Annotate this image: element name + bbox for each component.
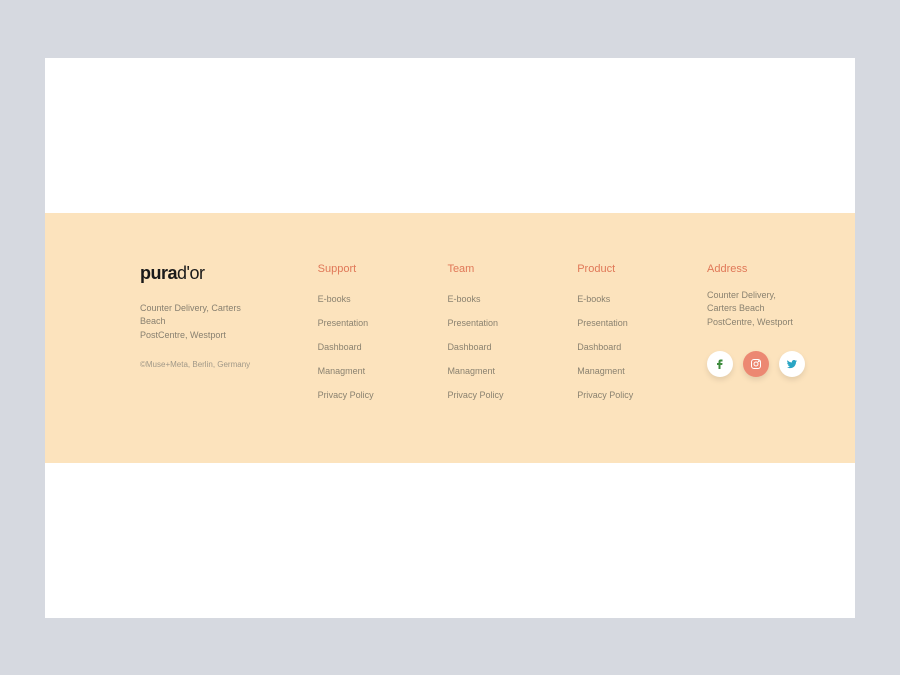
brand-address-line2: PostCentre, Westport [140, 329, 268, 343]
twitter-button[interactable] [779, 351, 805, 377]
support-column: Support E-books Presentation Dashboard M… [318, 263, 398, 403]
page-container: purad'or Counter Delivery, Carters Beach… [45, 58, 855, 618]
copyright-text: ©Muse+Meta, Berlin, Germany [140, 360, 268, 369]
product-link-privacy[interactable]: Privacy Policy [577, 390, 633, 400]
social-buttons [707, 351, 805, 377]
support-link-presentation[interactable]: Presentation [318, 318, 369, 328]
team-link-ebooks[interactable]: E-books [447, 294, 480, 304]
team-title: Team [447, 263, 527, 275]
brand-address-line1: Counter Delivery, Carters Beach [140, 302, 268, 329]
brand-address: Counter Delivery, Carters Beach PostCent… [140, 302, 268, 343]
brand-column: purad'or Counter Delivery, Carters Beach… [140, 263, 268, 403]
below-footer-area [45, 463, 855, 618]
twitter-icon [786, 358, 798, 370]
support-title: Support [318, 263, 398, 275]
team-link-presentation[interactable]: Presentation [447, 318, 498, 328]
logo-text-bold: pura [140, 263, 177, 283]
team-link-privacy[interactable]: Privacy Policy [447, 390, 503, 400]
address-column: Address Counter Delivery, Carters Beach … [707, 263, 805, 403]
product-column: Product E-books Presentation Dashboard M… [577, 263, 657, 403]
team-link-management[interactable]: Managment [447, 366, 495, 376]
product-title: Product [577, 263, 657, 275]
product-links: E-books Presentation Dashboard Managment… [577, 289, 657, 403]
support-links: E-books Presentation Dashboard Managment… [318, 289, 398, 403]
logo-text-light: d'or [177, 263, 204, 283]
product-link-management[interactable]: Managment [577, 366, 625, 376]
address-text: Counter Delivery, Carters Beach PostCent… [707, 289, 805, 330]
facebook-icon [714, 358, 726, 370]
brand-logo: purad'or [140, 263, 268, 284]
support-link-privacy[interactable]: Privacy Policy [318, 390, 374, 400]
address-line2: PostCentre, Westport [707, 316, 805, 330]
address-title: Address [707, 263, 805, 275]
product-link-presentation[interactable]: Presentation [577, 318, 628, 328]
team-column: Team E-books Presentation Dashboard Mana… [447, 263, 527, 403]
facebook-button[interactable] [707, 351, 733, 377]
instagram-icon [750, 358, 762, 370]
team-link-dashboard[interactable]: Dashboard [447, 342, 491, 352]
footer: purad'or Counter Delivery, Carters Beach… [45, 213, 855, 463]
support-link-management[interactable]: Managment [318, 366, 366, 376]
team-links: E-books Presentation Dashboard Managment… [447, 289, 527, 403]
product-link-ebooks[interactable]: E-books [577, 294, 610, 304]
instagram-button[interactable] [743, 351, 769, 377]
support-link-ebooks[interactable]: E-books [318, 294, 351, 304]
address-line1: Counter Delivery, Carters Beach [707, 289, 805, 316]
support-link-dashboard[interactable]: Dashboard [318, 342, 362, 352]
content-area [45, 58, 855, 213]
product-link-dashboard[interactable]: Dashboard [577, 342, 621, 352]
